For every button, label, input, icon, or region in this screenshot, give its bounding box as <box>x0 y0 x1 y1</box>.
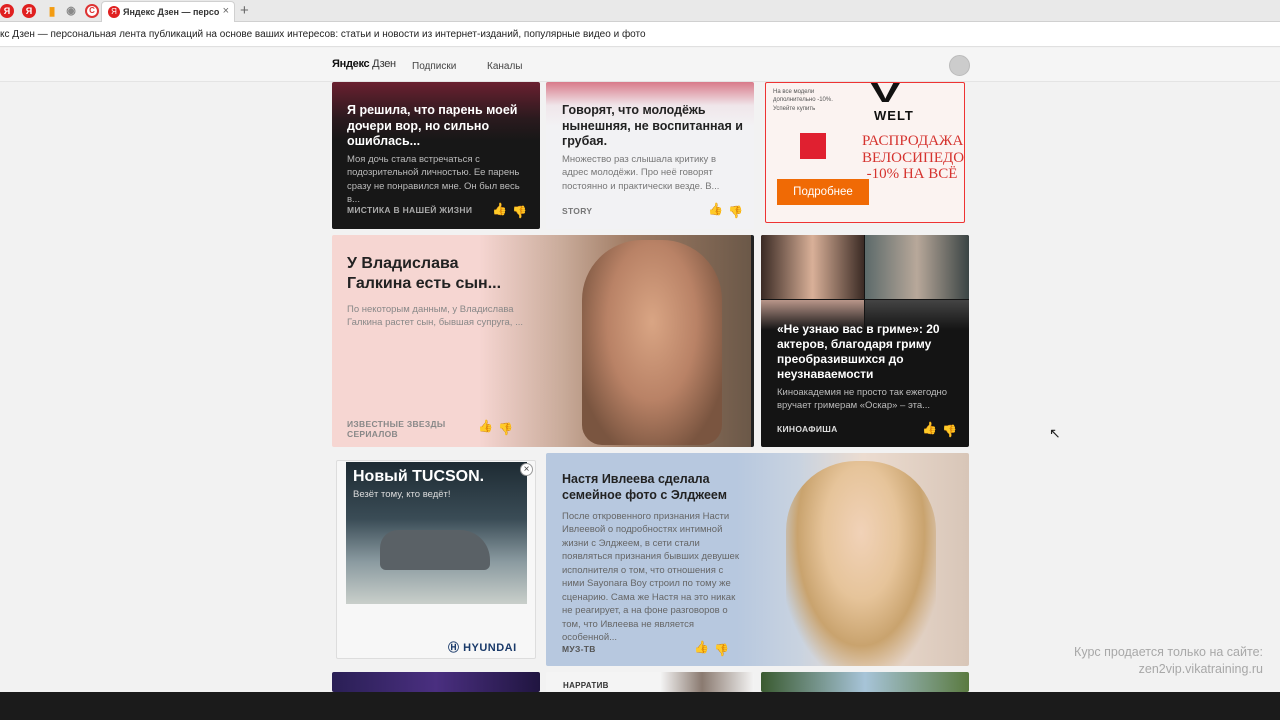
car-shape <box>380 530 490 570</box>
article-card[interactable]: Говорят, что молодёжь нынешняя, не воспи… <box>546 82 754 229</box>
nav-subscriptions[interactable]: Подписки <box>412 61 456 72</box>
ad-close-icon[interactable]: × <box>520 463 533 476</box>
ad-subtitle: Везёт тому, кто ведёт! <box>353 489 451 500</box>
person-photo <box>786 461 936 666</box>
tab-title: Яндекс Дзен — персона <box>123 7 219 17</box>
card-snippet: По некоторым данным, у Владислава Галкин… <box>347 304 524 329</box>
article-card[interactable]: У Владислава Галкина есть сын... По неко… <box>332 235 754 447</box>
ad-sale-text: РАСПРОДАЖА ВЕЛОСИПЕДОВ -10% НА ВСЁ <box>862 133 965 182</box>
article-card[interactable]: «Не узнаю вас в гриме»: 20 актеров, благ… <box>761 235 969 447</box>
watermark: Курс продается только на сайте: zen2vip.… <box>1074 645 1263 676</box>
taskbar <box>0 692 1280 720</box>
card-snippet: Моя дочь стала встречаться с подозритель… <box>347 154 520 206</box>
nav-channels[interactable]: Каналы <box>487 61 523 72</box>
tab-active[interactable]: Я Яндекс Дзен — персона × <box>101 1 235 22</box>
yandex-tab-icon[interactable]: Я <box>0 4 14 18</box>
article-card[interactable]: Настя Ивлеева сделала семейное фото с Эл… <box>546 453 969 666</box>
copyright-icon[interactable]: C <box>85 4 99 18</box>
card-title: Я решила, что парень моей дочери вор, но… <box>347 103 518 149</box>
card-source[interactable]: НАРРАТИВ <box>563 681 609 690</box>
tab-close-icon[interactable]: × <box>223 5 229 17</box>
card-source[interactable]: КИНОАФИША <box>777 424 838 434</box>
like-icon[interactable]: 👍 <box>694 640 709 654</box>
card-source[interactable]: STORY <box>562 206 592 216</box>
card-source[interactable]: МИСТИКА В НАШЕЙ ЖИЗНИ <box>347 205 472 215</box>
article-card-partial[interactable]: НАРРАТИВ <box>546 672 754 692</box>
like-icon[interactable]: 👍 <box>478 419 493 433</box>
welt-logo-icon: V <box>870 82 901 108</box>
yandex-tab-icon-2[interactable]: Я <box>22 4 36 18</box>
new-tab-button[interactable]: + <box>240 2 249 19</box>
photo-tile <box>761 235 864 299</box>
dislike-icon[interactable]: 👎 <box>512 205 527 219</box>
card-source[interactable]: МУЗ-ТВ <box>562 644 596 654</box>
card-title: Настя Ивлеева сделала семейное фото с Эл… <box>562 472 727 502</box>
card-title: Говорят, что молодёжь нынешняя, не воспи… <box>562 103 743 149</box>
hyundai-logo-icon: Ⓗ HYUNDAI <box>448 642 517 654</box>
card-title: «Не узнаю вас в гриме»: 20 актеров, благ… <box>777 322 940 381</box>
article-card-partial[interactable] <box>332 672 540 692</box>
article-card[interactable]: Я решила, что парень моей дочери вор, но… <box>332 82 540 229</box>
yandex-favicon-icon: Я <box>108 6 120 18</box>
ad-promo-text: На все модели дополнительно -10%. Успейте … <box>773 89 833 112</box>
card-source[interactable]: ИЗВЕСТНЫЕ ЗВЕЗДЫ СЕРИАЛОВ <box>347 419 457 439</box>
address-bar[interactable]: кс Дзен — персональная лента публикаций … <box>0 22 1280 47</box>
dislike-icon[interactable]: 👎 <box>728 205 743 219</box>
like-icon[interactable]: 👍 <box>708 202 723 216</box>
like-icon[interactable]: 👍 <box>492 202 507 216</box>
browser-tab-bar: Я Я ▮ ◉ C Я Яндекс Дзен — персона × + <box>0 0 1280 22</box>
card-snippet: Множество раз слышала критику в адрес мо… <box>562 154 720 192</box>
ad-hyundai[interactable]: Новый TUCSON. Везёт тому, кто ведёт! × Ⓗ… <box>336 460 536 659</box>
ad-product-image <box>800 133 826 159</box>
avatar[interactable] <box>949 55 970 76</box>
like-icon[interactable]: 👍 <box>922 421 937 435</box>
ad-title: Новый TUCSON. <box>353 468 485 485</box>
card-snippet: Киноакадемия не просто так ежегодно вруч… <box>777 387 948 412</box>
photo-tile <box>865 235 969 299</box>
eye-icon[interactable]: ◉ <box>64 4 78 18</box>
ad-welt[interactable]: На все модели дополнительно -10%. Успейте … <box>765 82 965 223</box>
bookmark-icon[interactable]: ▮ <box>45 4 59 18</box>
page-title-text: кс Дзен — персональная лента публикаций … <box>0 29 646 40</box>
mouse-cursor-icon: ↖ <box>1049 425 1061 441</box>
article-card-partial[interactable] <box>761 672 969 692</box>
ad-brand: WELT <box>874 108 914 123</box>
dislike-icon[interactable]: 👎 <box>942 424 957 438</box>
dislike-icon[interactable]: 👎 <box>714 643 729 657</box>
card-title: У Владислава Галкина есть сын... <box>347 255 502 292</box>
dzen-logo[interactable]: Яндекс Дзен <box>332 58 396 70</box>
card-snippet: После откровенного признания Насти Ивлее… <box>562 511 739 644</box>
dislike-icon[interactable]: 👎 <box>498 422 513 436</box>
ad-more-button[interactable]: Подробнее <box>777 179 869 205</box>
person-photo <box>582 240 722 445</box>
dzen-header: Яндекс Дзен Подписки Каналы <box>0 48 1280 82</box>
